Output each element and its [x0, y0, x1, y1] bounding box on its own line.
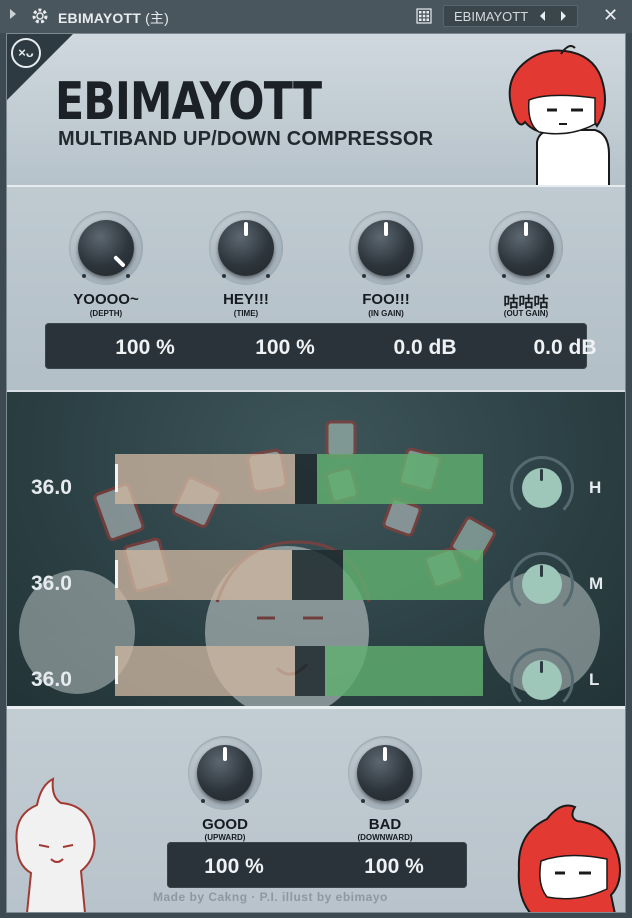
out-gain-value: 0.0 dB [533, 336, 597, 359]
band-section: 36.0 H 36.0 M 36.0 L [7, 392, 625, 706]
knob-max-dot [245, 799, 249, 803]
knob-max-dot [405, 799, 409, 803]
in-gain-label: FOO!!! [362, 291, 410, 308]
time-label: HEY!!! [223, 291, 269, 308]
bottom-section: GOOD (UPWARD) BAD (DOWNWARD) 100 % 100 %… [7, 709, 625, 912]
knob-body [78, 220, 134, 276]
window-title: EBIMAYOTT (主) [58, 8, 169, 28]
band-m-label: M [589, 574, 604, 593]
band-l-center [295, 646, 325, 696]
chevron-left-icon[interactable] [540, 11, 545, 21]
band-m-knob[interactable] [510, 552, 574, 616]
depth-value: 100 % [115, 336, 175, 359]
band-l-marker [115, 656, 118, 684]
window-title-suffix: (主) [145, 10, 169, 26]
in-gain-value: 0.0 dB [393, 336, 457, 359]
play-triangle-icon[interactable] [10, 9, 16, 19]
bottom-value-display: 100 % 100 % [167, 842, 467, 888]
knob-min-dot [361, 799, 365, 803]
mascot-illustration-right [517, 804, 621, 912]
upward-sublabel: (UPWARD) [204, 833, 246, 842]
plugin-header: ×ᴗ EBIMAYOTT MULTIBAND UP/DOWN COMPRESSO… [7, 34, 625, 186]
band-h-label: H [589, 478, 602, 497]
band-h-value: 36.0 [31, 476, 72, 499]
band-h-knob[interactable] [510, 456, 574, 520]
band-l-value: 36.0 [31, 668, 72, 691]
band-m-center [292, 550, 343, 600]
time-value: 100 % [255, 336, 315, 359]
downward-label: BAD [368, 816, 402, 833]
window-titlebar: EBIMAYOTT (主) EBIMAYOTT ✕ [0, 0, 632, 33]
knob-indicator [540, 565, 543, 577]
upward-label: GOOD [202, 816, 248, 833]
knob-min-dot [201, 799, 205, 803]
knob-max-dot [406, 274, 410, 278]
band-m-value: 36.0 [31, 572, 72, 595]
knob-value-display: 100 % 100 % 0.0 dB 0.0 dB [45, 323, 597, 369]
knob-min-dot [82, 274, 86, 278]
mascot-illustration [508, 45, 610, 186]
depth-label: YOOOO~ [73, 291, 139, 308]
band-l-label: L [589, 670, 600, 689]
knob-min-dot [222, 274, 226, 278]
preset-name: EBIMAYOTT [454, 9, 529, 24]
plugin-subtitle: MULTIBAND UP/DOWN COMPRESSOR [58, 128, 434, 150]
mascot-illustration-left [15, 777, 96, 912]
upward-knob[interactable] [185, 733, 265, 813]
knob-indicator [540, 661, 543, 673]
chevron-right-icon[interactable] [561, 11, 566, 21]
band-m-downward-bar [115, 550, 292, 600]
knob-indicator [384, 222, 388, 236]
close-icon[interactable]: ✕ [603, 6, 618, 24]
depth-sublabel: (DEPTH) [89, 309, 123, 318]
depth-knob[interactable] [66, 208, 146, 288]
out-gain-knob[interactable] [486, 208, 566, 288]
out-gain-sublabel: (OUT GAIN) [503, 309, 549, 318]
plugin-title: EBIMAYOTT [55, 72, 322, 132]
band-m-upward-bar [343, 550, 483, 600]
time-sublabel: (TIME) [233, 309, 259, 318]
knob-indicator [383, 747, 387, 761]
downward-sublabel: (DOWNWARD) [357, 833, 413, 842]
band-l-upward-bar [325, 646, 483, 696]
band-h-center [295, 454, 317, 504]
band-m-marker [115, 560, 118, 588]
knob-indicator [540, 469, 543, 481]
gear-icon[interactable] [31, 7, 49, 25]
knob-min-dot [362, 274, 366, 278]
in-gain-knob[interactable] [346, 208, 426, 288]
knob-min-dot [502, 274, 506, 278]
band-h-downward-bar [115, 454, 295, 504]
knob-indicator [223, 747, 227, 761]
credit-text: Made by Cakng · P.I. illust by ebimayo [153, 890, 388, 904]
logo-icon: ×ᴗ [11, 38, 41, 68]
band-l-knob[interactable] [510, 648, 574, 706]
plugin-panel: ×ᴗ EBIMAYOTT MULTIBAND UP/DOWN COMPRESSO… [6, 33, 626, 913]
knob-max-dot [126, 274, 130, 278]
downward-knob[interactable] [345, 733, 425, 813]
band-h-upward-bar [317, 454, 483, 504]
preset-selector[interactable]: EBIMAYOTT [443, 5, 578, 27]
window-title-text: EBIMAYOTT [58, 10, 141, 26]
band-h-marker [115, 464, 118, 492]
knob-max-dot [546, 274, 550, 278]
band-l-downward-bar [115, 646, 295, 696]
downward-value: 100 % [364, 855, 424, 878]
knob-indicator [244, 222, 248, 236]
upward-value: 100 % [204, 855, 264, 878]
main-knob-section: YOOOO~ (DEPTH) HEY!!! (TIME) FOO!!! (IN … [7, 187, 625, 391]
time-knob[interactable] [206, 208, 286, 288]
knob-indicator [524, 222, 528, 236]
knob-max-dot [266, 274, 270, 278]
grid-icon[interactable] [416, 8, 432, 24]
in-gain-sublabel: (IN GAIN) [368, 309, 404, 318]
